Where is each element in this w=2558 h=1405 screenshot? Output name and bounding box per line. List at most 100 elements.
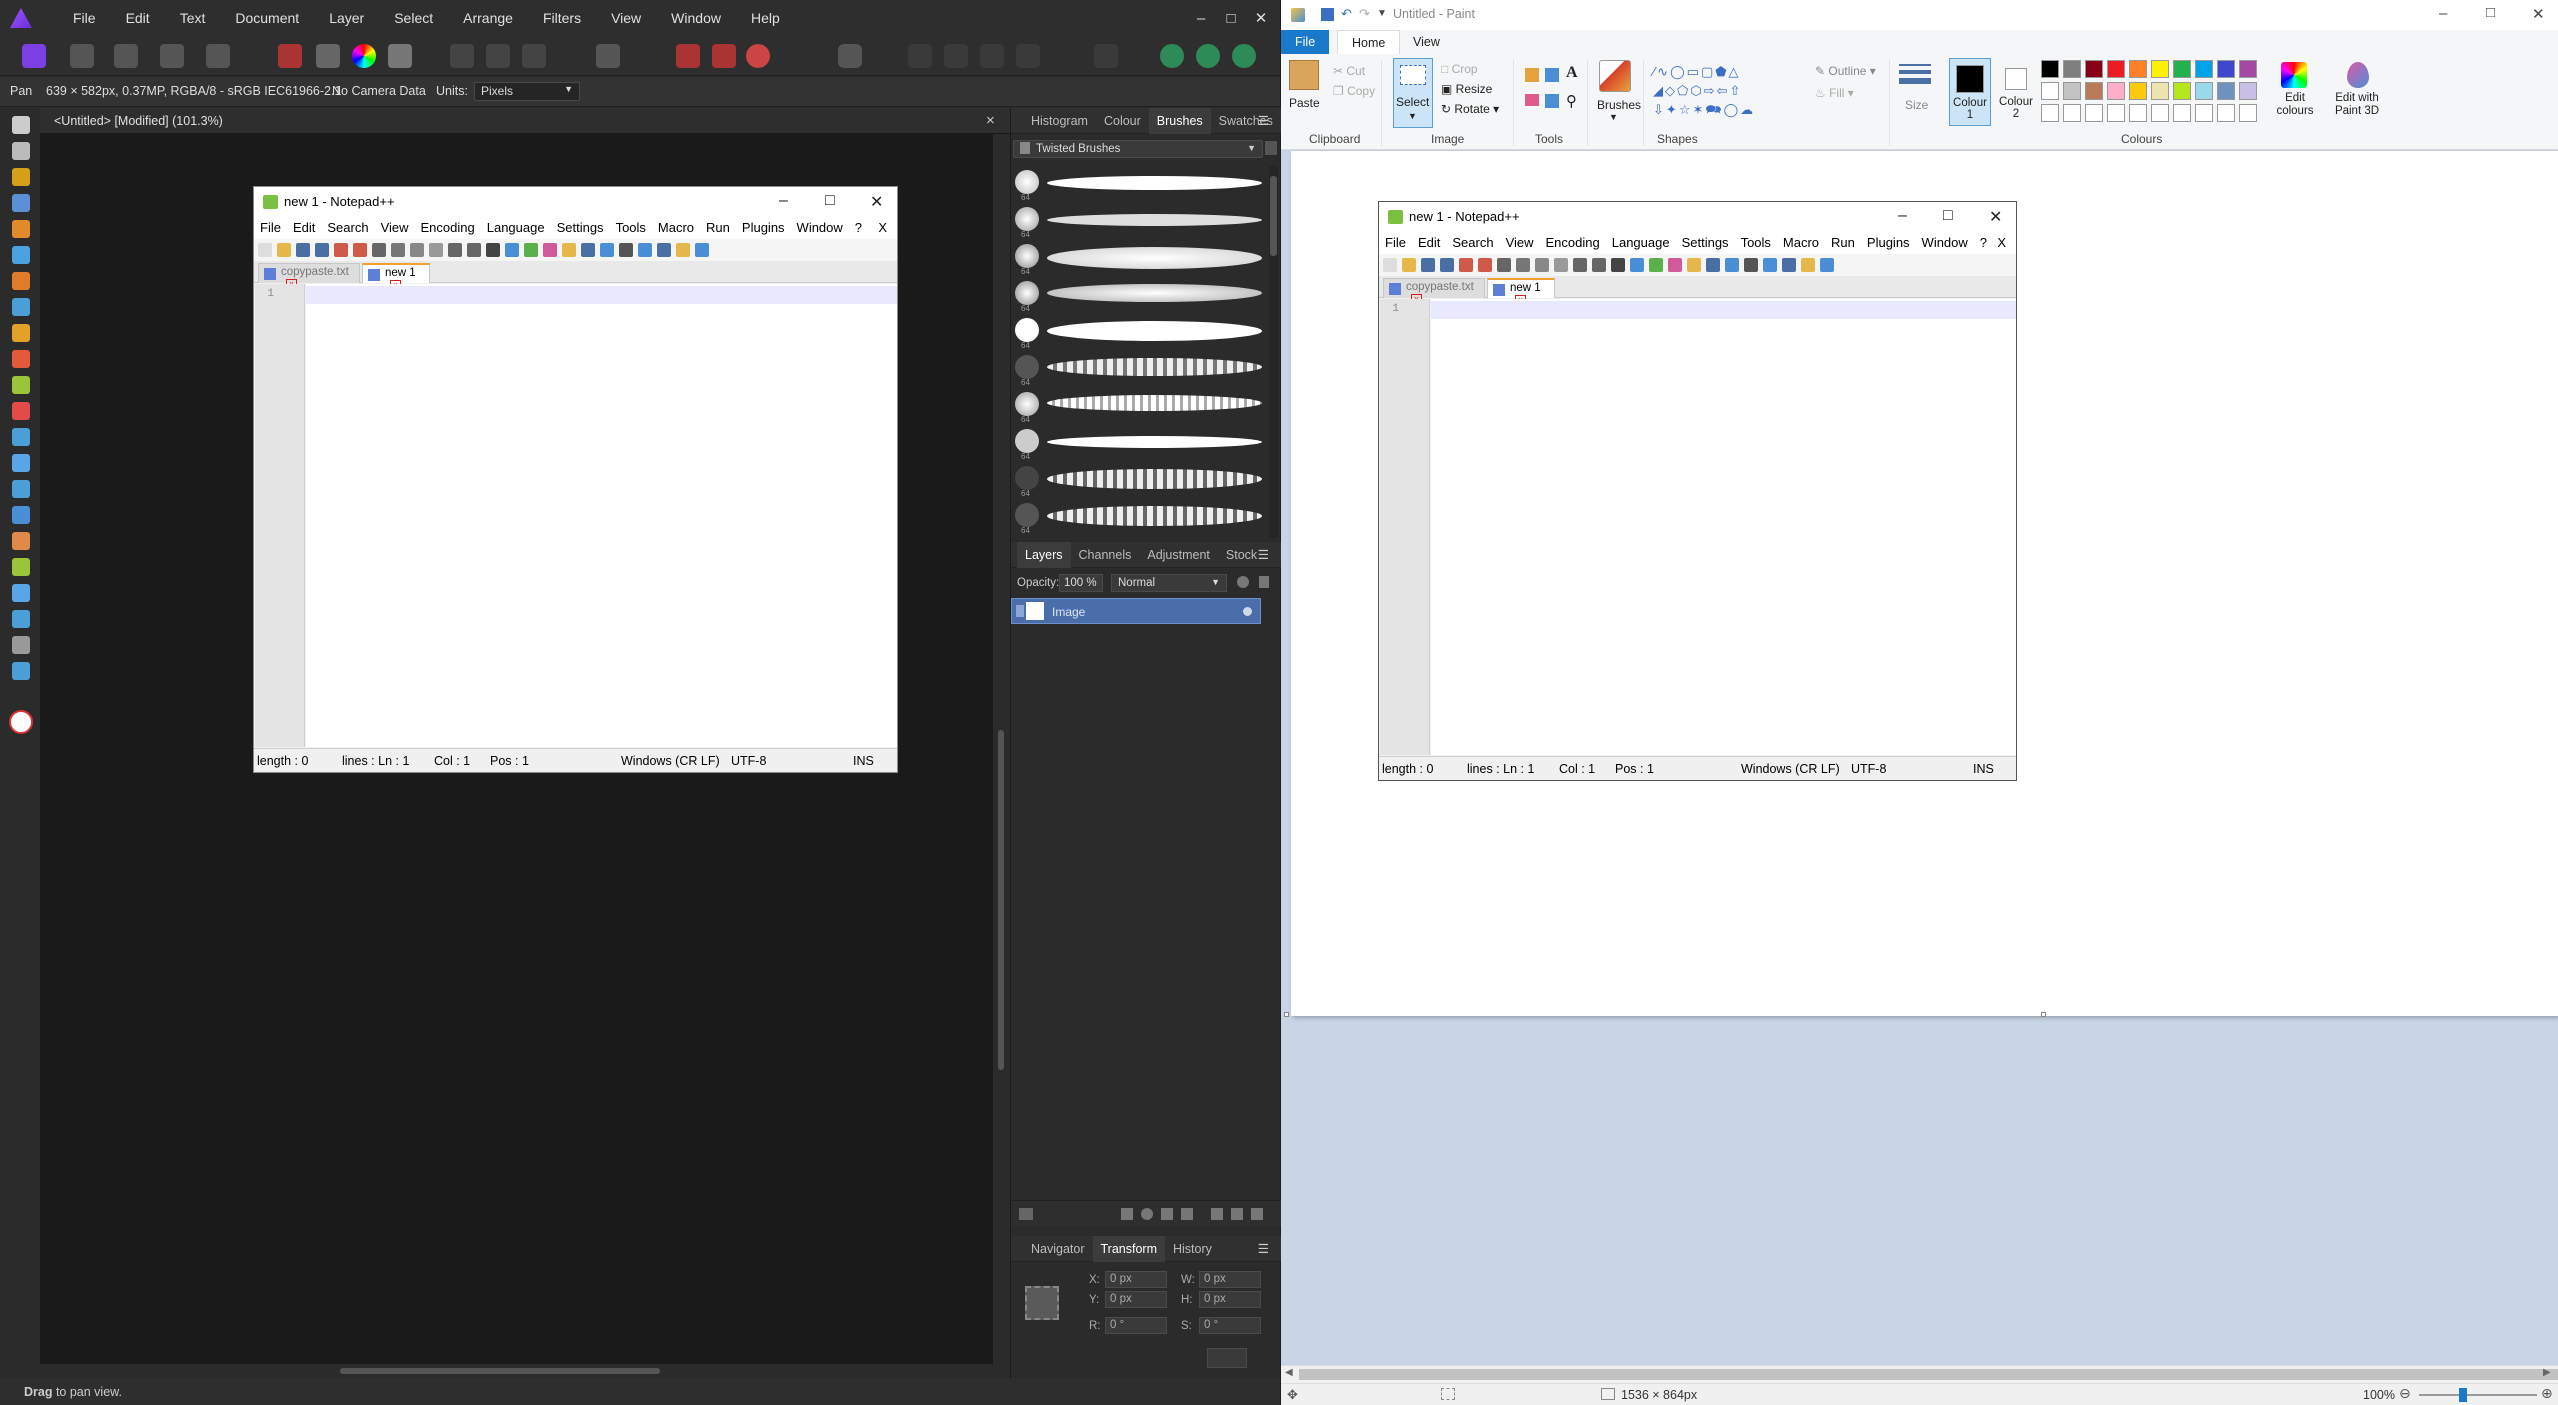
units-select[interactable]: Pixels ▼ bbox=[474, 82, 580, 101]
close-icon[interactable]: ✕ bbox=[1989, 207, 2002, 227]
scrollbar-thumb[interactable] bbox=[998, 730, 1004, 1070]
rounded-rect-shape-icon[interactable]: ▢ bbox=[1701, 64, 1715, 79]
crop-button[interactable]: □ Crop bbox=[1441, 62, 1478, 76]
redo-icon[interactable] bbox=[1592, 258, 1606, 272]
palette-swatch[interactable] bbox=[2151, 60, 2169, 78]
scroll-left-icon[interactable]: ◀ bbox=[1285, 1367, 1293, 1378]
redo-icon[interactable]: ↷ bbox=[1359, 6, 1370, 22]
tab-brushes[interactable]: Brushes bbox=[1148, 107, 1211, 134]
palette-swatch[interactable] bbox=[2129, 82, 2147, 100]
colour-swatch-icon[interactable] bbox=[9, 710, 33, 734]
menu-run[interactable]: Run bbox=[1825, 232, 1861, 254]
clone-brush-icon[interactable] bbox=[12, 428, 30, 446]
indent-guide-icon[interactable] bbox=[638, 243, 652, 257]
brushes-button[interactable]: Brushes bbox=[1597, 98, 1641, 112]
panel-menu-icon[interactable]: ☰ bbox=[1250, 542, 1277, 568]
liquify-persona-icon[interactable] bbox=[70, 44, 94, 68]
menu-close-doc[interactable]: X bbox=[1991, 232, 2012, 254]
blend-mode-select[interactable]: Normal ▼ bbox=[1111, 574, 1227, 592]
scrollbar-thumb[interactable] bbox=[1299, 1369, 2558, 1380]
transform-origin-select[interactable] bbox=[1207, 1348, 1247, 1368]
close-file-icon[interactable] bbox=[1459, 258, 1473, 272]
transform-anchor-icon[interactable] bbox=[1025, 1286, 1059, 1320]
doc-map-icon[interactable] bbox=[1801, 258, 1815, 272]
star5-shape-icon[interactable]: ☆ bbox=[1679, 102, 1693, 117]
replace-icon[interactable] bbox=[505, 243, 519, 257]
menu-settings[interactable]: Settings bbox=[1676, 232, 1735, 254]
y-input[interactable]: 0 px bbox=[1105, 1291, 1167, 1308]
visibility-icon[interactable] bbox=[1243, 607, 1252, 616]
colour-picker-icon[interactable] bbox=[12, 168, 30, 186]
pencil-icon[interactable] bbox=[1525, 68, 1539, 82]
menu-run[interactable]: Run bbox=[700, 217, 736, 239]
show-all-icon[interactable] bbox=[1744, 258, 1758, 272]
menu-tools[interactable]: Tools bbox=[1735, 232, 1777, 254]
cut-button[interactable]: ✂ Cut bbox=[1333, 64, 1365, 78]
close-icon[interactable]: ✕ bbox=[1246, 9, 1276, 27]
word-wrap-icon[interactable] bbox=[600, 243, 614, 257]
palette-swatch[interactable] bbox=[2085, 104, 2103, 122]
palette-swatch[interactable] bbox=[2195, 82, 2213, 100]
menu-plugins[interactable]: Plugins bbox=[736, 217, 791, 239]
scroll-right-icon[interactable]: ▶ bbox=[2543, 1367, 2551, 1378]
sync-h-icon[interactable] bbox=[581, 243, 595, 257]
minimize-icon[interactable]: – bbox=[2439, 5, 2447, 22]
palette-swatch[interactable] bbox=[2173, 60, 2191, 78]
maximize-icon[interactable]: □ bbox=[825, 192, 835, 210]
brush-item[interactable]: 64 bbox=[1011, 314, 1267, 351]
palette-swatch[interactable] bbox=[2239, 82, 2257, 100]
callout-shape-icon[interactable]: 🗪 bbox=[1705, 102, 1723, 117]
menu-window[interactable]: Window bbox=[656, 0, 736, 36]
rotate-button[interactable]: ↻ Rotate ▾ bbox=[1441, 102, 1499, 116]
brush-item[interactable]: 64 bbox=[1011, 277, 1267, 314]
menu-file[interactable]: File bbox=[254, 217, 287, 239]
lock-icon[interactable] bbox=[1259, 576, 1269, 588]
paint-horizontal-scrollbar[interactable]: ◀ ▶ bbox=[1281, 1365, 2558, 1383]
close-icon[interactable]: × bbox=[986, 112, 995, 129]
eraser-icon[interactable] bbox=[1525, 94, 1539, 106]
erase-brush-icon[interactable] bbox=[12, 376, 30, 394]
undo-icon[interactable] bbox=[448, 243, 462, 257]
brushes-icon[interactable] bbox=[1599, 60, 1631, 92]
opacity-input[interactable]: 100 % bbox=[1059, 574, 1103, 592]
menu-search[interactable]: Search bbox=[1446, 232, 1499, 254]
snapping-icon[interactable] bbox=[676, 44, 700, 68]
minimize-icon[interactable]: – bbox=[779, 192, 788, 210]
udl-icon[interactable] bbox=[1782, 258, 1796, 272]
tab-channels[interactable]: Channels bbox=[1071, 542, 1140, 568]
polygon-shape-icon[interactable]: ⬟ bbox=[1715, 64, 1728, 79]
marquee-tool-icon[interactable] bbox=[12, 272, 30, 290]
menu-arrange[interactable]: Arrange bbox=[448, 0, 528, 36]
develop-persona-icon[interactable] bbox=[114, 44, 138, 68]
zoom-slider-thumb[interactable] bbox=[2459, 1388, 2467, 1402]
menu-edit[interactable]: Edit bbox=[287, 217, 321, 239]
close-all-icon[interactable] bbox=[1478, 258, 1492, 272]
tab-copypaste[interactable]: copypaste.txtx bbox=[258, 263, 360, 290]
menu-view[interactable]: View bbox=[375, 217, 415, 239]
function-list-icon[interactable] bbox=[1820, 258, 1834, 272]
size-button[interactable]: Size bbox=[1905, 98, 1928, 112]
zoom-slider[interactable] bbox=[2419, 1388, 2537, 1402]
zoom-in-icon[interactable] bbox=[524, 243, 538, 257]
save-icon[interactable] bbox=[1321, 8, 1334, 21]
paste-icon[interactable] bbox=[1289, 60, 1319, 90]
pixel-layer-icon[interactable] bbox=[1181, 1208, 1193, 1220]
oval-callout-shape-icon[interactable]: ◯ bbox=[1724, 102, 1741, 117]
assistant-icon[interactable] bbox=[838, 44, 862, 68]
size-icon[interactable] bbox=[1899, 62, 1931, 90]
tab-navigator[interactable]: Navigator bbox=[1023, 1236, 1093, 1262]
export-persona-icon[interactable] bbox=[206, 44, 230, 68]
photo-persona-icon[interactable] bbox=[22, 44, 46, 68]
palette-swatch[interactable] bbox=[2041, 82, 2059, 100]
menu-language[interactable]: Language bbox=[481, 217, 551, 239]
copy-icon[interactable] bbox=[1535, 258, 1549, 272]
colour1-button[interactable]: Colour 1 bbox=[1949, 58, 1991, 126]
udl-icon[interactable] bbox=[657, 243, 671, 257]
palette-swatch[interactable] bbox=[2217, 60, 2235, 78]
gear-icon[interactable] bbox=[1237, 576, 1249, 588]
sync-v-icon[interactable] bbox=[562, 243, 576, 257]
curve-shape-icon[interactable]: ∿ bbox=[1657, 64, 1670, 79]
right-arrow-shape-icon[interactable]: ⇨ bbox=[1704, 83, 1717, 98]
sync-v-icon[interactable] bbox=[1687, 258, 1701, 272]
colour2-button[interactable]: Colour 2 bbox=[1995, 58, 2037, 126]
